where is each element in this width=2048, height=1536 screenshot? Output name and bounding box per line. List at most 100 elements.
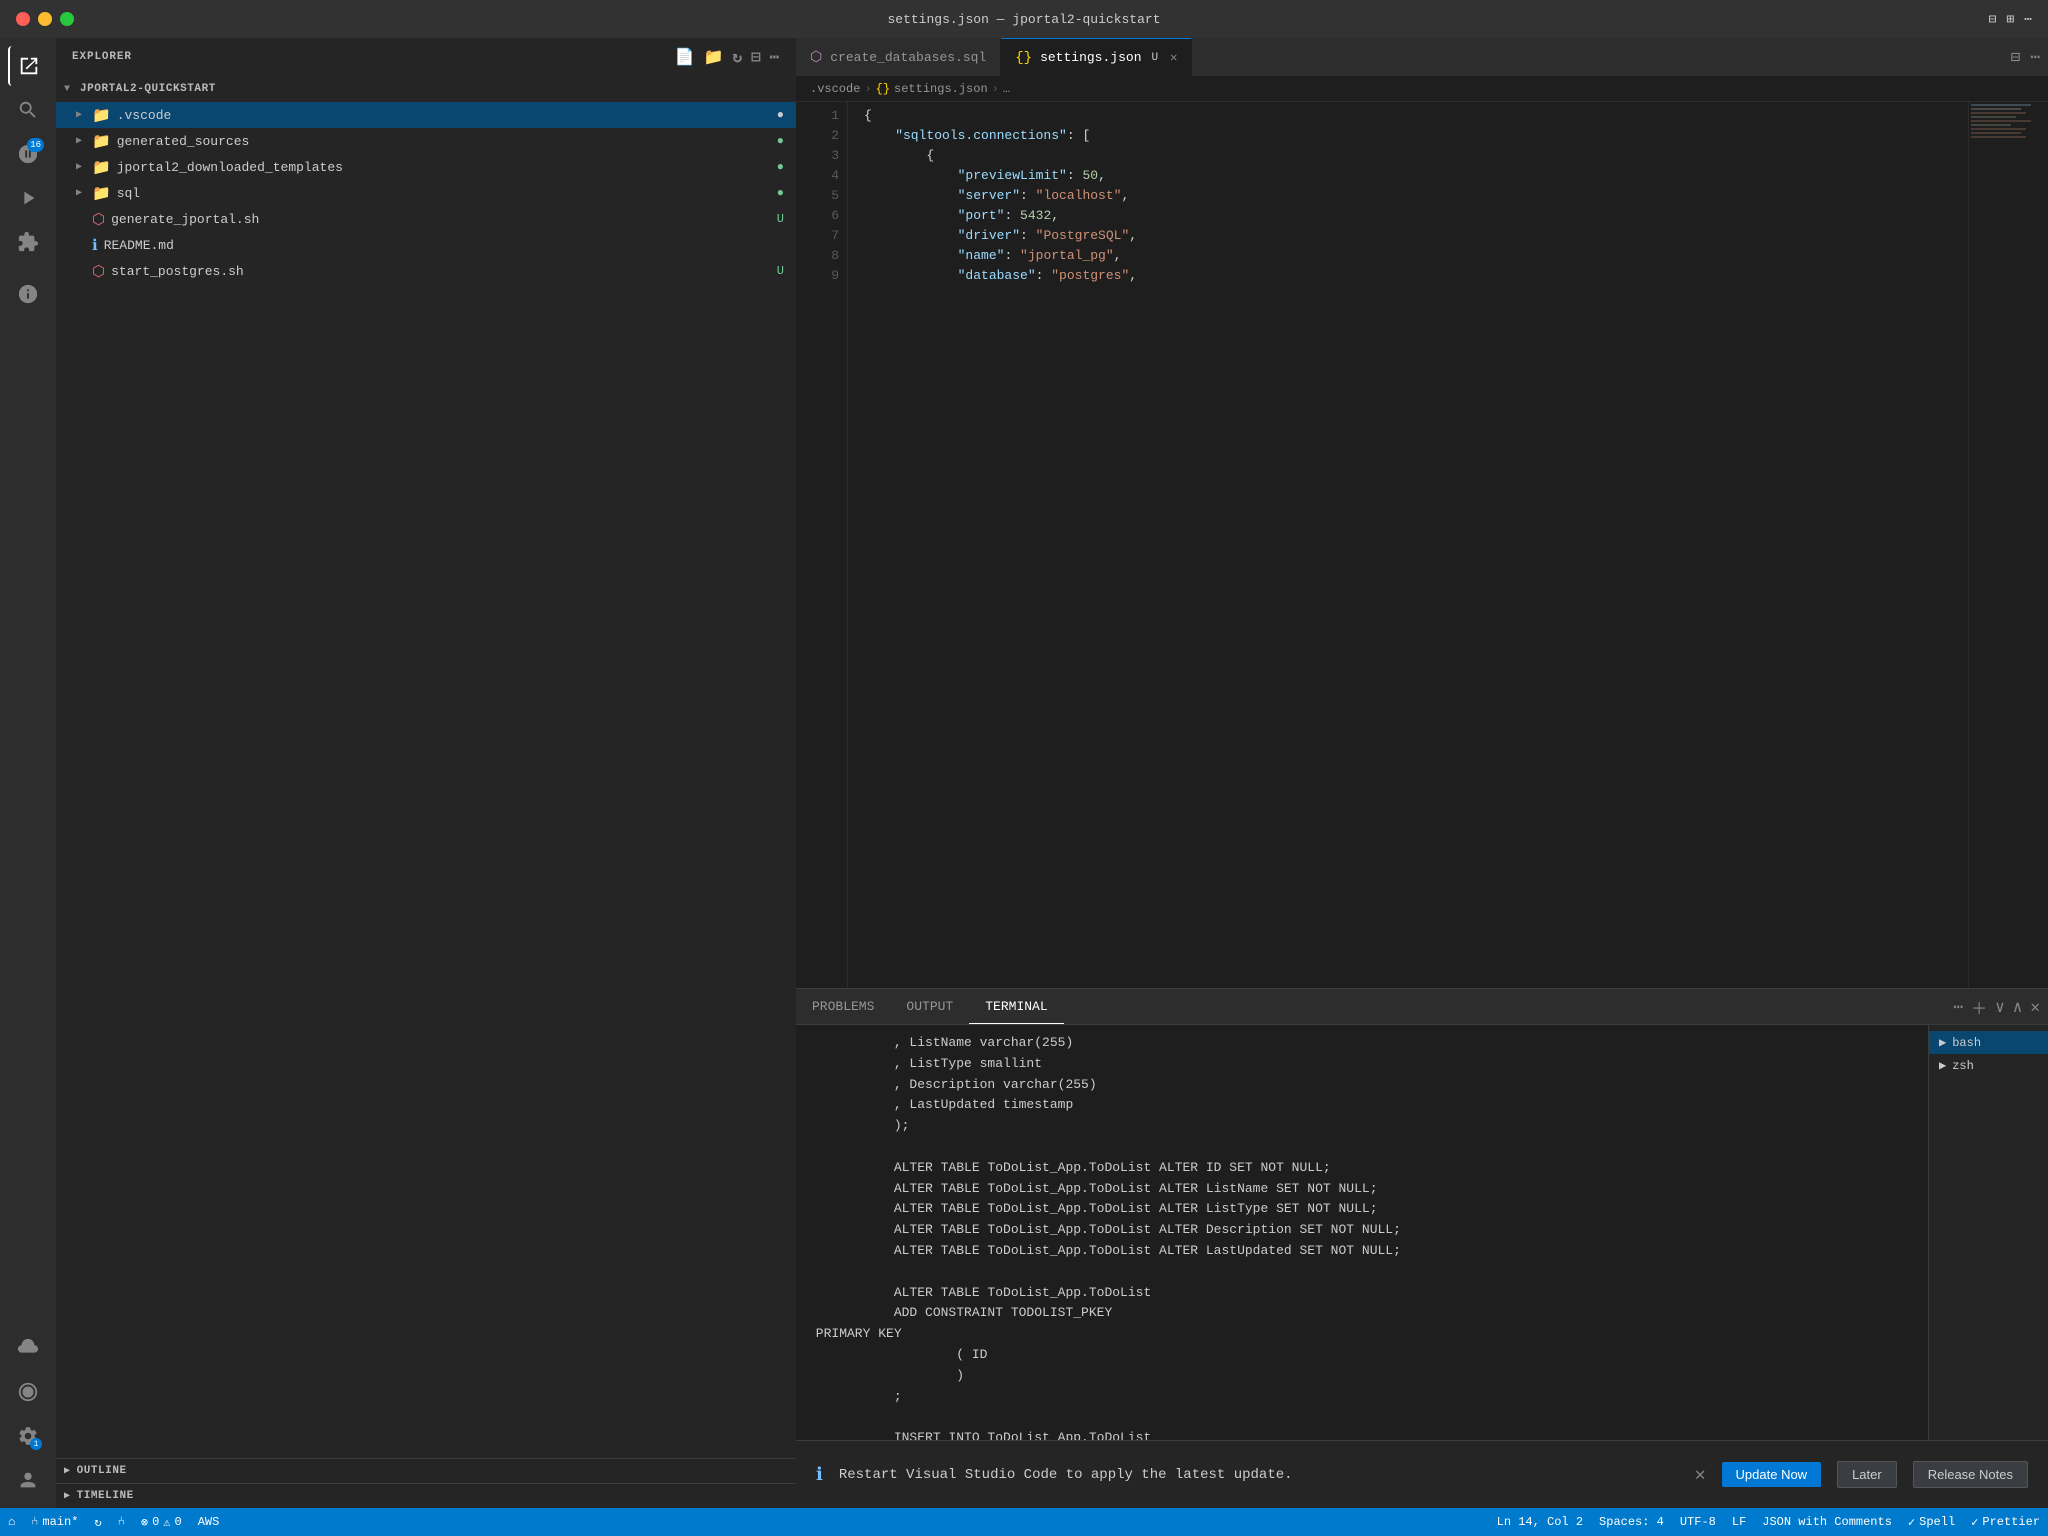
- spaces-label: Spaces: 4: [1599, 1515, 1664, 1529]
- status-sync[interactable]: ↻: [86, 1508, 109, 1536]
- activity-run[interactable]: [8, 178, 48, 218]
- bash-label: bash: [1952, 1036, 1981, 1050]
- line-num-4: 4: [804, 166, 839, 186]
- shell-zsh[interactable]: ▶ zsh: [1929, 1054, 2048, 1077]
- close-button[interactable]: [16, 12, 30, 26]
- code-line-7: "driver": "PostgreSQL",: [864, 226, 1968, 246]
- status-aws[interactable]: AWS: [190, 1508, 228, 1536]
- split-editor-right-icon[interactable]: ⊟: [2011, 47, 2021, 67]
- project-root[interactable]: ▼ JPORTAL2-QUICKSTART: [56, 76, 796, 102]
- sql-status: ●: [777, 186, 784, 200]
- eol-label: LF: [1732, 1515, 1746, 1529]
- status-position[interactable]: Ln 14, Col 2: [1489, 1508, 1591, 1536]
- activity-remote[interactable]: [8, 274, 48, 314]
- new-file-icon[interactable]: 📄: [675, 47, 696, 67]
- terminal-add-icon[interactable]: ＋: [1971, 995, 1987, 1019]
- code-line-1: {: [864, 106, 1968, 126]
- activity-extensions[interactable]: [8, 222, 48, 262]
- status-bar-right: Ln 14, Col 2 Spaces: 4 UTF-8 LF JSON wit…: [1489, 1508, 2048, 1536]
- notification-icon: ℹ: [816, 1464, 823, 1486]
- terminal-body: , ListName varchar(255) , ListType small…: [796, 1025, 2048, 1508]
- layout-icon[interactable]: ⊞: [2006, 12, 2014, 27]
- minimize-button[interactable]: [38, 12, 52, 26]
- sql-arrow: ▶: [76, 187, 92, 199]
- sidebar-item-readme[interactable]: ▶ ℹ README.md: [56, 232, 796, 258]
- status-git-actions[interactable]: ⑃: [110, 1508, 133, 1536]
- start-postgres-label: start_postgres.sh: [111, 264, 777, 279]
- notification-close-button[interactable]: ✕: [1695, 1464, 1706, 1486]
- vscode-arrow: ▶: [76, 109, 92, 121]
- terminal-maximize-icon[interactable]: ∧: [2013, 997, 2023, 1017]
- sidebar-item-generate[interactable]: ▶ ⬡ generate_jportal.sh U: [56, 206, 796, 232]
- jportal2-arrow: ▶: [76, 161, 92, 173]
- new-folder-icon[interactable]: 📁: [704, 47, 725, 67]
- status-language[interactable]: JSON with Comments: [1754, 1508, 1900, 1536]
- code-line-5: "server": "localhost",: [864, 186, 1968, 206]
- breadcrumb-ellipsis[interactable]: …: [1003, 82, 1010, 96]
- tab-problems[interactable]: PROBLEMS: [796, 989, 890, 1024]
- tab-output[interactable]: OUTPUT: [890, 989, 969, 1024]
- cursor-position: Ln 14, Col 2: [1497, 1515, 1583, 1529]
- warning-icon: ⚠: [163, 1515, 170, 1530]
- more-actions-icon[interactable]: ⋯: [2030, 47, 2040, 67]
- activity-source-control[interactable]: 16: [8, 134, 48, 174]
- code-editor[interactable]: { "sqltools.connections": [ { "previewLi…: [848, 102, 1968, 988]
- sidebar-item-jportal2[interactable]: ▶ 📁 jportal2_downloaded_templates ●: [56, 154, 796, 180]
- later-button[interactable]: Later: [1837, 1461, 1897, 1488]
- status-encoding[interactable]: UTF-8: [1672, 1508, 1724, 1536]
- release-notes-button[interactable]: Release Notes: [1913, 1461, 2028, 1488]
- breadcrumb-settings[interactable]: settings.json: [894, 82, 988, 96]
- sidebar-item-vscode[interactable]: ▶ 📁 .vscode ●: [56, 102, 796, 128]
- line-num-8: 8: [804, 246, 839, 266]
- terminal-output[interactable]: , ListName varchar(255) , ListType small…: [796, 1025, 1928, 1508]
- more-options-icon[interactable]: ⋯: [769, 47, 780, 67]
- file-explorer: ▼ JPORTAL2-QUICKSTART ▶ 📁 .vscode ● ▶ 📁 …: [56, 76, 796, 1458]
- spell-label: Spell: [1919, 1515, 1955, 1529]
- jportal2-label: jportal2_downloaded_templates: [117, 160, 777, 175]
- status-errors[interactable]: ⊗ 0 ⚠ 0: [133, 1508, 190, 1536]
- more-icon[interactable]: ⋯: [2024, 12, 2032, 27]
- tab-create-databases[interactable]: ⬡ create_databases.sql: [796, 38, 1001, 76]
- terminal-tabs-right: ⋯ ＋ ∨ ∧ ✕: [1945, 989, 2048, 1024]
- terminal-close-icon[interactable]: ✕: [2030, 997, 2040, 1017]
- breadcrumb-vscode[interactable]: .vscode: [810, 82, 860, 96]
- tab-close-settings[interactable]: ✕: [1170, 50, 1177, 65]
- code-line-8: "name": "jportal_pg",: [864, 246, 1968, 266]
- activity-explorer[interactable]: [8, 46, 48, 86]
- status-eol[interactable]: LF: [1724, 1508, 1754, 1536]
- sidebar-item-start-postgres[interactable]: ▶ ⬡ start_postgres.sh U: [56, 258, 796, 284]
- minimap: [1968, 102, 2048, 988]
- activity-bar: 16: [0, 38, 56, 1508]
- file-icon-generate: ⬡: [92, 210, 105, 229]
- status-bar: ⌂ ⑃ main* ↻ ⑃ ⊗ 0 ⚠ 0 AWS Ln 14, Col 2 S…: [0, 1508, 2048, 1536]
- tab-label-create-db: create_databases.sql: [830, 50, 986, 65]
- refresh-icon[interactable]: ↻: [732, 47, 743, 67]
- status-spell[interactable]: ✓ Spell: [1900, 1508, 1963, 1536]
- outline-section[interactable]: ▶ OUTLINE: [56, 1458, 796, 1483]
- line-num-2: 2: [804, 126, 839, 146]
- breadcrumb: .vscode › {} settings.json › …: [796, 76, 2048, 102]
- sidebar-item-sql[interactable]: ▶ 📁 sql ●: [56, 180, 796, 206]
- split-editor-icon[interactable]: ⊟: [1989, 12, 1997, 27]
- status-spaces[interactable]: Spaces: 4: [1591, 1508, 1672, 1536]
- tab-terminal[interactable]: TERMINAL: [969, 989, 1063, 1024]
- terminal-split-icon[interactable]: ∨: [1995, 997, 2005, 1017]
- activity-aws[interactable]: [8, 1328, 48, 1368]
- status-branch[interactable]: ⑃ main*: [23, 1508, 86, 1536]
- update-now-button[interactable]: Update Now: [1722, 1462, 1822, 1487]
- breadcrumb-sep2: ›: [992, 82, 999, 96]
- timeline-section[interactable]: ▶ TIMELINE: [56, 1483, 796, 1508]
- collapse-all-icon[interactable]: ⊟: [751, 47, 762, 67]
- shell-bash[interactable]: ▶ bash: [1929, 1031, 2048, 1054]
- activity-git[interactable]: [8, 1372, 48, 1412]
- sidebar-item-generated-sources[interactable]: ▶ 📁 generated_sources ●: [56, 128, 796, 154]
- status-prettier[interactable]: ✓ Prettier: [1963, 1508, 2048, 1536]
- maximize-button[interactable]: [60, 12, 74, 26]
- term-line-5: );: [808, 1116, 1916, 1137]
- activity-settings[interactable]: 1: [8, 1416, 48, 1456]
- status-remote[interactable]: ⌂: [0, 1508, 23, 1536]
- activity-account[interactable]: [8, 1460, 48, 1500]
- tab-settings-json[interactable]: {} settings.json U ✕: [1001, 38, 1192, 76]
- activity-search[interactable]: [8, 90, 48, 130]
- terminal-more-icon[interactable]: ⋯: [1953, 997, 1963, 1017]
